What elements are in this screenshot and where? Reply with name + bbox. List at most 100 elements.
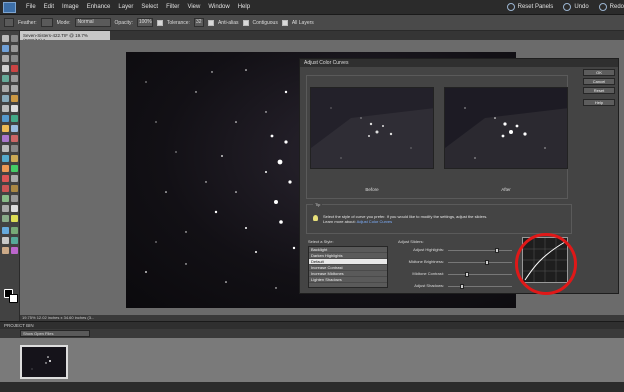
mode-label: Mode: (56, 19, 71, 26)
cancel-button[interactable]: Cancel (583, 78, 615, 85)
menu-select[interactable]: Select (137, 4, 162, 10)
opacity-label: Opacity: (114, 19, 133, 26)
redo-label: Redo (609, 4, 624, 10)
dodge-tool-icon[interactable] (2, 155, 9, 162)
reset-panels-button[interactable]: Reset Panels (506, 3, 553, 11)
sponge-tool-icon[interactable] (11, 135, 18, 142)
style-list[interactable]: Backlight Darken Highlights Default Incr… (308, 246, 388, 288)
smart-brush-tool-icon[interactable] (2, 237, 9, 244)
marquee-tool-icon[interactable] (2, 55, 9, 62)
cookie-cutter-tool-icon[interactable] (2, 165, 9, 172)
highlights-track[interactable] (448, 250, 512, 251)
text-tool-icon[interactable] (11, 75, 18, 82)
help-button[interactable]: Help (583, 99, 615, 106)
detail-smart-brush-tool-icon[interactable] (11, 227, 18, 234)
mode-select[interactable]: Normal (74, 18, 111, 27)
menu-filter[interactable]: Filter (162, 4, 183, 10)
quick-selection-tool-icon[interactable] (2, 205, 9, 212)
straighten-tool-icon[interactable] (2, 95, 9, 102)
healing-tool-icon[interactable] (11, 95, 18, 102)
redo-icon (598, 3, 607, 11)
impressionist-brush-tool-icon[interactable] (11, 185, 18, 192)
feather-field[interactable] (40, 18, 53, 27)
tool-preset-picker[interactable] (4, 18, 14, 27)
text-mask-tool-icon[interactable] (11, 237, 18, 244)
magic-wand-tool-icon[interactable] (2, 65, 9, 72)
highlight-tool-icon[interactable] (11, 215, 18, 222)
pattern-stamp-tool-icon[interactable] (11, 175, 18, 182)
midtone-brightness-thumb[interactable] (485, 260, 490, 265)
line-tool-icon[interactable] (2, 247, 9, 254)
zoom-tool-icon[interactable] (11, 35, 18, 42)
document-tab[interactable]: Seven-Sisters-422.TIF @ 19.7% (RGB/16) * (20, 31, 110, 43)
ellipse-tool-icon[interactable] (11, 247, 18, 254)
paint-tool-icon[interactable] (2, 185, 9, 192)
feather-label: Feather: (18, 19, 37, 26)
menu-window[interactable]: Window (204, 4, 233, 10)
undo-label: Undo (574, 4, 589, 10)
bin-show-dropdown[interactable]: Show Open Files (20, 330, 90, 337)
midtone-brightness-track[interactable] (448, 262, 512, 263)
pencil-tool-icon[interactable] (2, 115, 9, 122)
lasso-tool-icon[interactable] (11, 55, 18, 62)
sharpen-tool-icon[interactable] (11, 145, 18, 152)
shadows-thumb[interactable] (460, 284, 464, 289)
brush-tool-icon[interactable] (2, 75, 9, 82)
selection-brush-tool-icon[interactable] (11, 165, 18, 172)
menu-help[interactable]: Help (234, 4, 254, 10)
eraser-tool-icon[interactable] (11, 105, 18, 112)
all-layers-checkbox[interactable] (281, 19, 288, 26)
top-right-actions: Reset Panels Undo Redo (506, 3, 624, 11)
midtone-brightness-label: Midtone Brightness: (408, 259, 444, 264)
midtone-contrast-track[interactable] (448, 274, 512, 275)
move-tool-icon[interactable] (2, 35, 9, 42)
gradient-tool-icon[interactable] (2, 125, 9, 132)
shadows-track[interactable] (448, 286, 512, 287)
opacity-field[interactable]: 100% (136, 18, 153, 27)
opacity-toggle[interactable] (156, 19, 163, 26)
hand-tool-icon[interactable] (2, 45, 9, 52)
menu-layer[interactable]: Layer (114, 4, 137, 10)
options-bar: Feather: Mode: Normal Opacity: 100% Tole… (0, 15, 624, 31)
highlights-thumb[interactable] (494, 248, 499, 253)
antialias-checkbox[interactable] (207, 19, 214, 26)
menu-enhance[interactable]: Enhance (83, 4, 115, 10)
menu-bar: File Edit Image Enhance Layer Select Fil… (0, 0, 624, 15)
app-logo-icon (3, 2, 16, 13)
clone-stamp-tool-icon[interactable] (2, 105, 9, 112)
recompose-tool-icon[interactable] (11, 85, 18, 92)
smudge-tool-icon[interactable] (2, 145, 9, 152)
tip-link[interactable]: Adjust Color Curves (357, 219, 393, 224)
spot-healing-tool-icon[interactable] (2, 175, 9, 182)
magnetic-lasso-tool-icon[interactable] (11, 205, 18, 212)
eyedropper-tool-icon[interactable] (11, 45, 18, 52)
contiguous-checkbox[interactable] (242, 19, 249, 26)
color-replacement-tool-icon[interactable] (2, 195, 9, 202)
pen-tool-icon[interactable] (2, 227, 9, 234)
background-eraser-tool-icon[interactable] (2, 215, 9, 222)
custom-shape-tool-icon[interactable] (11, 195, 18, 202)
tolerance-field[interactable]: 32 (193, 18, 204, 27)
background-color-swatch[interactable] (9, 294, 18, 303)
project-bin-header: PROJECT BIN (0, 321, 624, 329)
reset-button[interactable]: Reset (583, 87, 615, 94)
red-eye-tool-icon[interactable] (11, 65, 18, 72)
style-item[interactable]: Lighten Shadows (309, 277, 387, 283)
redo-button[interactable]: Redo (598, 3, 624, 11)
after-image (445, 88, 567, 168)
style-label: Select a Style: (308, 239, 334, 244)
bin-thumbnail[interactable] (20, 345, 68, 379)
tools-palette (0, 31, 20, 321)
shape-tool-icon[interactable] (11, 125, 18, 132)
menu-file[interactable]: File (22, 4, 40, 10)
ok-button[interactable]: OK (583, 69, 615, 76)
midtone-contrast-thumb[interactable] (464, 272, 469, 277)
paint-bucket-tool-icon[interactable] (11, 115, 18, 122)
crop-tool-icon[interactable] (2, 85, 9, 92)
menu-edit[interactable]: Edit (40, 4, 58, 10)
undo-button[interactable]: Undo (563, 3, 589, 11)
blur-tool-icon[interactable] (2, 135, 9, 142)
menu-view[interactable]: View (183, 4, 204, 10)
burn-tool-icon[interactable] (11, 155, 18, 162)
menu-image[interactable]: Image (58, 4, 83, 10)
